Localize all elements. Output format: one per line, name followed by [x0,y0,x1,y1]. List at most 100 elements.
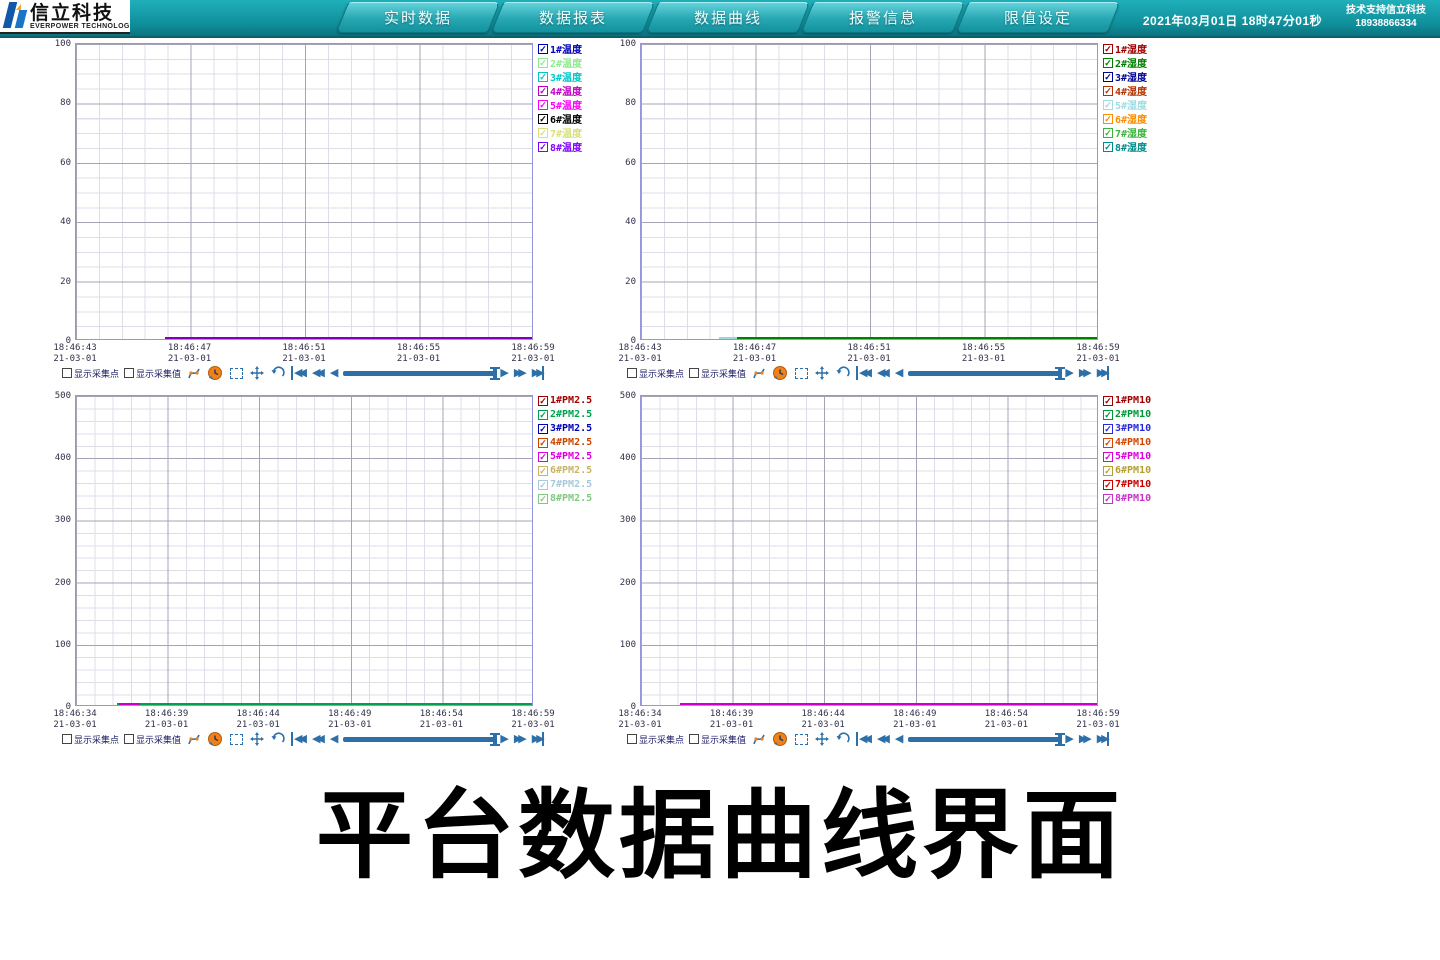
series-checkbox[interactable]: ✓ [1103,438,1113,448]
step-back-icon[interactable]: ◀ [895,366,903,380]
snapshot-clock-icon[interactable] [207,731,223,747]
fast-back-icon[interactable]: ◀◀ [312,366,325,380]
skip-start-icon[interactable]: ◀◀ [856,366,872,380]
time-slider-handle[interactable] [493,733,497,746]
pan-icon[interactable] [249,365,265,381]
legend-item[interactable]: ✓7#PM10 [1103,478,1151,491]
series-checkbox[interactable]: ✓ [1103,466,1113,476]
legend-item[interactable]: ✓1#湿度 [1103,42,1147,55]
series-checkbox[interactable]: ✓ [538,142,548,152]
series-checkbox[interactable]: ✓ [538,44,548,54]
series-checkbox[interactable]: ✓ [1103,114,1113,124]
legend-item[interactable]: ✓8#PM10 [1103,492,1151,505]
legend-item[interactable]: ✓3#PM10 [1103,422,1151,435]
snapshot-clock-icon[interactable] [772,365,788,381]
series-checkbox[interactable]: ✓ [1103,410,1113,420]
series-checkbox[interactable]: ✓ [538,438,548,448]
snapshot-clock-icon[interactable] [772,731,788,747]
legend-item[interactable]: ✓2#湿度 [1103,56,1147,69]
fast-back-icon[interactable]: ◀◀ [877,732,890,746]
skip-start-icon[interactable]: ◀◀ [291,366,307,380]
series-checkbox[interactable]: ✓ [1103,100,1113,110]
legend-item[interactable]: ✓7#温度 [538,126,582,139]
tab-alarm-info[interactable]: 报警信息 [801,2,966,33]
show-values-checkbox[interactable]: 显示采集值 [124,367,181,380]
legend-item[interactable]: ✓5#湿度 [1103,98,1147,111]
export-curves-icon[interactable] [751,731,767,747]
series-checkbox[interactable]: ✓ [538,100,548,110]
series-checkbox[interactable]: ✓ [538,86,548,96]
legend-item[interactable]: ✓6#温度 [538,112,582,125]
tab-limit-setting[interactable]: 限值设定 [956,2,1121,33]
legend-item[interactable]: ✓1#温度 [538,42,582,55]
legend-item[interactable]: ✓3#温度 [538,70,582,83]
series-checkbox[interactable]: ✓ [538,128,548,138]
time-slider[interactable] [908,737,1060,742]
series-checkbox[interactable]: ✓ [538,396,548,406]
series-checkbox[interactable]: ✓ [1103,44,1113,54]
tab-data-report[interactable]: 数据报表 [491,2,656,33]
series-checkbox[interactable]: ✓ [1103,452,1113,462]
snapshot-clock-icon[interactable] [207,365,223,381]
legend-item[interactable]: ✓6#PM2.5 [538,464,592,477]
legend-item[interactable]: ✓6#湿度 [1103,112,1147,125]
step-back-icon[interactable]: ◀ [330,366,338,380]
zoom-select-icon[interactable] [228,365,244,381]
fast-back-icon[interactable]: ◀◀ [312,732,325,746]
series-checkbox[interactable]: ✓ [538,72,548,82]
fast-back-icon[interactable]: ◀◀ [877,366,890,380]
legend-item[interactable]: ✓4#PM2.5 [538,436,592,449]
legend-item[interactable]: ✓3#湿度 [1103,70,1147,83]
show-values-checkbox-box[interactable] [124,368,134,378]
show-points-checkbox[interactable]: 显示采集点 [627,367,684,380]
pan-icon[interactable] [814,731,830,747]
legend-item[interactable]: ✓5#PM2.5 [538,450,592,463]
series-checkbox[interactable]: ✓ [1103,424,1113,434]
legend-item[interactable]: ✓4#PM10 [1103,436,1151,449]
show-values-checkbox[interactable]: 显示采集值 [689,367,746,380]
legend-item[interactable]: ✓4#湿度 [1103,84,1147,97]
time-slider-handle[interactable] [1058,733,1062,746]
legend-item[interactable]: ✓5#PM10 [1103,450,1151,463]
series-checkbox[interactable]: ✓ [538,480,548,490]
time-slider-handle[interactable] [493,367,497,380]
time-slider[interactable] [343,371,495,376]
tab-realtime-data[interactable]: 实时数据 [336,2,501,33]
legend-item[interactable]: ✓8#PM2.5 [538,492,592,505]
pan-icon[interactable] [249,731,265,747]
series-checkbox[interactable]: ✓ [538,452,548,462]
legend-item[interactable]: ✓7#湿度 [1103,126,1147,139]
step-forward-icon[interactable]: ▶ [500,366,508,380]
pan-icon[interactable] [814,365,830,381]
show-points-checkbox[interactable]: 显示采集点 [62,733,119,746]
series-checkbox[interactable]: ✓ [538,424,548,434]
undo-icon[interactable] [270,731,286,747]
legend-item[interactable]: ✓6#PM10 [1103,464,1151,477]
series-checkbox[interactable]: ✓ [1103,142,1113,152]
show-points-checkbox-box[interactable] [627,368,637,378]
export-curves-icon[interactable] [186,365,202,381]
show-values-checkbox-box[interactable] [689,368,699,378]
zoom-select-icon[interactable] [793,365,809,381]
show-points-checkbox-box[interactable] [62,734,72,744]
series-checkbox[interactable]: ✓ [538,410,548,420]
legend-item[interactable]: ✓2#PM10 [1103,408,1151,421]
show-points-checkbox[interactable]: 显示采集点 [62,367,119,380]
zoom-select-icon[interactable] [793,731,809,747]
fast-forward-icon[interactable]: ▶▶ [514,732,527,746]
skip-start-icon[interactable]: ◀◀ [291,732,307,746]
series-checkbox[interactable]: ✓ [1103,396,1113,406]
legend-item[interactable]: ✓8#温度 [538,140,582,153]
show-values-checkbox[interactable]: 显示采集值 [689,733,746,746]
step-forward-icon[interactable]: ▶ [500,732,508,746]
fast-forward-icon[interactable]: ▶▶ [1079,732,1092,746]
fast-forward-icon[interactable]: ▶▶ [1079,366,1092,380]
legend-item[interactable]: ✓1#PM10 [1103,394,1151,407]
time-slider-handle[interactable] [1058,367,1062,380]
legend-item[interactable]: ✓1#PM2.5 [538,394,592,407]
show-points-checkbox-box[interactable] [627,734,637,744]
tab-data-curve[interactable]: 数据曲线 [646,2,811,33]
series-checkbox[interactable]: ✓ [538,114,548,124]
show-points-checkbox-box[interactable] [62,368,72,378]
zoom-select-icon[interactable] [228,731,244,747]
